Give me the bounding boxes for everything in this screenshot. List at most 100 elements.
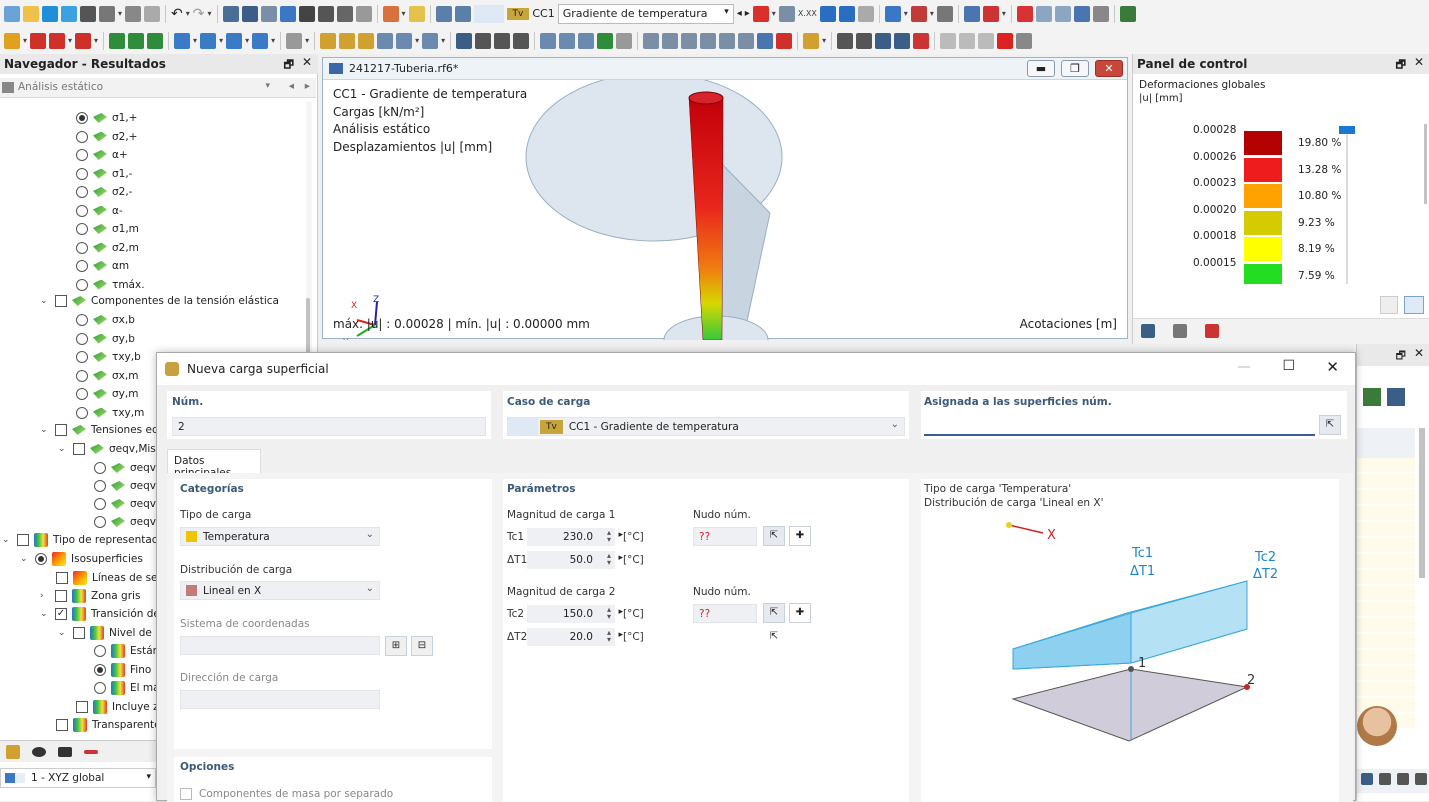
node1-input[interactable]: ??: [693, 527, 757, 546]
tree-estan[interactable]: Están: [94, 642, 159, 660]
tree-fino[interactable]: Fino: [94, 661, 151, 679]
section-icon[interactable]: [963, 5, 980, 22]
tool-e-icon[interactable]: [719, 32, 736, 49]
maximize-button[interactable]: ☐: [1282, 358, 1295, 374]
tree-display-type[interactable]: ⌄ Tipo de representació: [2, 531, 167, 549]
tab-camera-icon[interactable]: [58, 746, 72, 757]
legend-slider-handle[interactable]: [1339, 126, 1355, 134]
display-3-icon[interactable]: [578, 32, 595, 49]
solid-icon[interactable]: [200, 32, 217, 49]
radio[interactable]: [94, 516, 106, 528]
collapse-icon[interactable]: ⌄: [40, 296, 50, 306]
tab-view-icon[interactable]: [32, 746, 46, 757]
radio[interactable]: [76, 369, 88, 382]
load-case-select[interactable]: Gradiente de temperatura ▾: [557, 3, 734, 24]
cancel-icon[interactable]: [1016, 5, 1033, 22]
star-icon[interactable]: [4, 32, 20, 49]
undo-icon[interactable]: ↶: [171, 6, 183, 22]
tree-group-mises[interactable]: ⌄ σeqv,Mise: [58, 440, 162, 458]
tree-level[interactable]: ⌄ Nivel de: [58, 624, 152, 642]
pin-icon[interactable]: 🗗: [284, 56, 294, 75]
free-load-icon[interactable]: [396, 32, 413, 49]
view-3d-icon[interactable]: [1073, 5, 1090, 22]
model-icon[interactable]: [279, 5, 296, 22]
console-icon[interactable]: [298, 5, 315, 22]
load-wizard-icon[interactable]: [382, 5, 399, 22]
render-icon[interactable]: [355, 5, 372, 22]
pick-two-nodes-button[interactable]: ⇱: [763, 628, 785, 648]
surface-icon[interactable]: [174, 32, 191, 49]
tab-factors-icon[interactable]: [1205, 324, 1219, 338]
delete-icon[interactable]: [997, 32, 1014, 49]
filter-icon[interactable]: [456, 32, 473, 49]
next-icon[interactable]: ▸: [305, 80, 310, 92]
pick-node1-button[interactable]: ⇱: [763, 526, 785, 546]
legend-settings-icon[interactable]: [1380, 296, 1398, 314]
table-icon[interactable]: [222, 5, 239, 22]
cloud-icon[interactable]: [42, 5, 58, 22]
coord-system-select[interactable]: [180, 636, 380, 655]
combination-icon[interactable]: [408, 5, 425, 22]
tree-item[interactable]: σeqv,: [94, 495, 159, 513]
redo-icon[interactable]: ↷: [193, 6, 205, 22]
report-icon[interactable]: [125, 5, 142, 22]
tree-item[interactable]: σeqv,: [94, 459, 159, 477]
scrollbar[interactable]: [1419, 428, 1425, 578]
radio[interactable]: [76, 241, 88, 254]
node1-options-button[interactable]: ✚: [789, 526, 811, 546]
filter-icon[interactable]: [1387, 388, 1405, 406]
tab-scale-icon[interactable]: [1173, 324, 1187, 338]
radio[interactable]: [94, 682, 106, 694]
collapse-icon[interactable]: ⌄: [58, 444, 68, 454]
tree-item[interactable]: τxy,m: [76, 404, 144, 422]
edit-coord-button[interactable]: ⊟: [411, 636, 433, 656]
tool-d-icon[interactable]: [700, 32, 717, 49]
tab-results-icon[interactable]: [84, 749, 98, 754]
export-icon[interactable]: [1363, 388, 1381, 406]
tree-isosurfaces[interactable]: ⌄ Isosuperficies: [20, 550, 143, 568]
open-folder-icon[interactable]: [23, 5, 39, 22]
copy-icon[interactable]: [1016, 32, 1033, 49]
expand-icon[interactable]: ›: [40, 591, 50, 601]
radio[interactable]: [76, 260, 88, 272]
checkbox[interactable]: [55, 424, 67, 436]
tree-item[interactable]: σy,m: [76, 385, 138, 403]
tree-item[interactable]: α+: [76, 146, 128, 164]
mass-components-checkbox[interactable]: [180, 788, 192, 800]
radio[interactable]: [76, 314, 88, 326]
tree-group-elastic[interactable]: ⌄ Componentes de la tensión elástica: [40, 292, 279, 310]
formula-icon[interactable]: [1119, 5, 1136, 22]
collapse-icon[interactable]: ⌄: [58, 628, 68, 638]
tree-elma[interactable]: El má: [94, 679, 160, 697]
result-down-icon[interactable]: [454, 5, 471, 22]
assigned-surfaces-input[interactable]: [924, 417, 1315, 436]
legend-slider-track[interactable]: [1346, 134, 1348, 284]
model-view-window[interactable]: 241217-Tuberia.rf6* ▬ ❐ ✕ CC1 - Gradient…: [322, 57, 1129, 340]
prev-icon[interactable]: ◂: [289, 80, 294, 92]
radio[interactable]: [94, 645, 106, 657]
view-icon[interactable]: [819, 5, 836, 22]
tool-b-icon[interactable]: [662, 32, 679, 49]
tab-legend-icon[interactable]: [1141, 324, 1155, 338]
radio[interactable]: [94, 462, 106, 474]
tree-item[interactable]: σx,b: [76, 311, 135, 329]
close-icon[interactable]: ✕: [1414, 55, 1424, 69]
node2-options-button[interactable]: ✚: [789, 603, 811, 623]
radio[interactable]: [76, 278, 88, 291]
loadcase-select[interactable]: Tv CC1 - Gradiente de temperatura ⌄: [507, 417, 905, 436]
document-icon[interactable]: [144, 5, 161, 22]
values-toggle-icon[interactable]: [838, 5, 855, 22]
tool-a-icon[interactable]: [643, 32, 660, 49]
mesh-icon[interactable]: [252, 32, 269, 49]
tree-item[interactable]: α-: [76, 202, 123, 220]
model-3d-scene[interactable]: X Z Y: [323, 80, 1129, 340]
result-values-icon[interactable]: [936, 5, 953, 22]
radio[interactable]: [76, 130, 88, 143]
tab-data-icon[interactable]: [6, 744, 20, 759]
rotate-icon[interactable]: [959, 32, 976, 49]
dt2-input[interactable]: 20.0 ▴ ▾ ▸: [527, 628, 623, 646]
radio[interactable]: [76, 332, 88, 345]
collapse-icon[interactable]: ⌄: [40, 425, 50, 435]
node2-input[interactable]: ??: [693, 604, 757, 623]
settings-icon[interactable]: [1415, 773, 1427, 785]
